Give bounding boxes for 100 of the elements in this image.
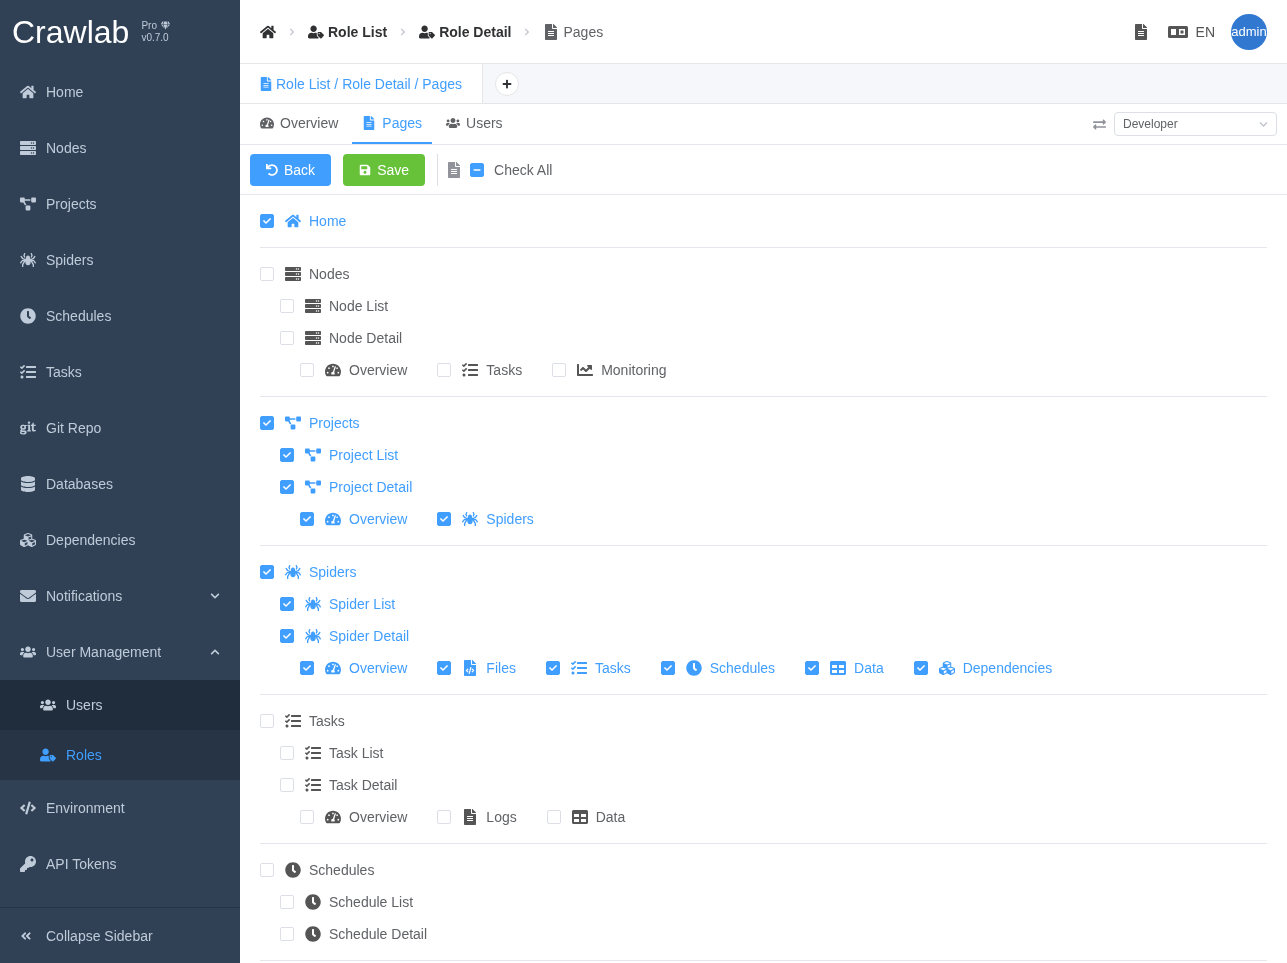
checkbox[interactable] [300, 661, 314, 675]
sidebar-item[interactable]: Projects [0, 176, 240, 232]
page-label: Spiders [309, 563, 357, 582]
sidebar-item[interactable]: User Management [0, 624, 240, 680]
page-label: Tasks [309, 712, 345, 731]
chevron-right-icon [288, 27, 296, 36]
checkbox[interactable] [470, 162, 485, 177]
sidebar-item[interactable]: Environment [0, 780, 240, 836]
page-label: Overview [349, 659, 408, 678]
page-label: Projects [309, 414, 360, 433]
spider-icon [462, 511, 479, 527]
checkbox[interactable] [280, 597, 294, 611]
users-icon [40, 697, 56, 713]
gauge-icon [325, 809, 341, 825]
check-icon [548, 664, 557, 672]
sidebar-item[interactable]: Schedules [0, 288, 240, 344]
page-label: Project List [329, 446, 399, 465]
server-icon [20, 140, 36, 156]
checklist-icon [305, 745, 321, 761]
home-icon [260, 23, 276, 40]
checklist-icon [570, 660, 587, 676]
sidebar-item[interactable]: Users [0, 680, 240, 730]
role-select[interactable]: Developer [1114, 112, 1277, 136]
user-avatar[interactable]: admin [1231, 13, 1267, 50]
server-icon [305, 298, 321, 314]
checklist-icon [20, 364, 36, 380]
spider-icon [305, 628, 321, 644]
checklist-icon [285, 713, 301, 729]
checkbox[interactable] [280, 629, 294, 643]
page-label: Home [309, 212, 347, 231]
swap-icon [1093, 117, 1106, 131]
detail-tab[interactable]: Overview [250, 104, 349, 144]
clock-icon [285, 862, 301, 878]
checkbox[interactable] [437, 661, 452, 675]
check-icon [283, 600, 291, 608]
cubes-icon [938, 660, 955, 676]
page-label: Data [595, 808, 626, 827]
breadcrumb-item[interactable] [260, 23, 276, 40]
checkbox[interactable] [913, 661, 928, 675]
detail-tab[interactable]: Users [436, 104, 513, 144]
checkbox[interactable] [300, 512, 314, 526]
sidebar-item[interactable]: Notifications [0, 568, 240, 624]
breadcrumb-item[interactable]: Pages [543, 21, 604, 42]
document-icon[interactable] [1133, 23, 1148, 40]
language-icon[interactable] [1167, 25, 1188, 38]
document-icon [448, 161, 461, 178]
breadcrumb-item[interactable]: Role Detail [419, 21, 512, 42]
checkbox[interactable] [545, 661, 560, 675]
check-icon [916, 664, 925, 672]
check-icon [440, 515, 449, 523]
gauge-icon [325, 660, 341, 676]
sidebar-item[interactable]: Dependencies [0, 512, 240, 568]
gauge-icon [325, 362, 341, 378]
breadcrumb-item[interactable]: Role List [308, 21, 388, 42]
user-tag-icon [419, 23, 436, 40]
page-label: Overview [349, 808, 408, 827]
page-label: Project Detail [329, 478, 413, 497]
home-icon [285, 213, 301, 229]
sidebar-item[interactable]: Roles [0, 730, 240, 780]
page-label: Overview [349, 361, 408, 380]
edition-label: Pro [141, 19, 157, 32]
language-label[interactable]: EN [1195, 21, 1215, 42]
sidebar-item[interactable]: Spiders [0, 232, 240, 288]
diagram-icon [305, 447, 321, 463]
checklist-icon [305, 777, 321, 793]
page-label: Tasks [486, 361, 523, 380]
page-label: Schedule Detail [329, 925, 428, 944]
check-icon [283, 451, 291, 459]
checkbox[interactable] [805, 661, 820, 675]
checkbox[interactable] [260, 565, 274, 579]
checkbox[interactable] [660, 661, 675, 675]
version-label: v0.7.0 [141, 32, 170, 45]
add-tab-button[interactable] [495, 71, 519, 96]
document-icon [462, 809, 479, 825]
checkbox[interactable] [280, 448, 294, 462]
save-icon [359, 163, 372, 176]
clock-icon [685, 660, 702, 676]
key-icon [20, 856, 36, 872]
user-tag-icon [308, 23, 324, 40]
checkbox[interactable] [437, 512, 452, 526]
home-icon [20, 84, 36, 100]
sidebar-item[interactable]: Databases [0, 456, 240, 512]
checkbox[interactable] [260, 214, 274, 228]
sidebar-item[interactable]: Git Repo [0, 400, 240, 456]
chevron-right-icon [399, 27, 408, 36]
sidebar-item[interactable]: API Tokens [0, 836, 240, 892]
checkbox[interactable] [280, 480, 294, 494]
gauge-icon [260, 116, 274, 130]
checkbox[interactable] [260, 416, 274, 430]
page-label: Task List [329, 744, 384, 763]
users-icon [20, 644, 36, 660]
envelope-icon [20, 588, 36, 604]
sidebar-item[interactable]: Nodes [0, 120, 240, 176]
page-label: Schedules [309, 861, 375, 880]
code-file-icon [462, 660, 479, 676]
sidebar-item[interactable]: Tasks [0, 344, 240, 400]
page-label: Schedule List [329, 893, 414, 912]
sidebar-item[interactable]: Home [0, 64, 240, 120]
page-label: Node List [329, 297, 389, 316]
check-icon [663, 664, 672, 672]
